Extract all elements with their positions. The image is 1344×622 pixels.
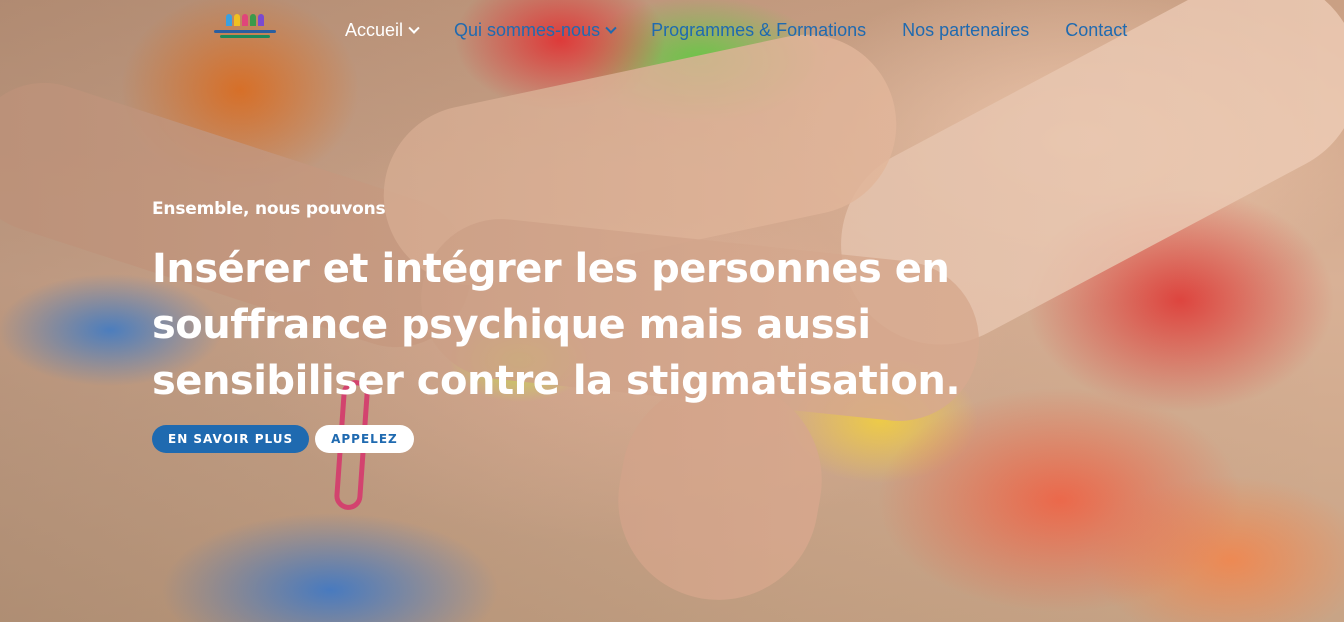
nav-item-label: Accueil — [345, 20, 404, 40]
nav-item-accueil[interactable]: Accueil — [345, 20, 420, 41]
chevron-down-icon — [408, 22, 420, 34]
nav-item-nos-partenaires[interactable]: Nos partenaires — [902, 20, 1029, 41]
hero-kicker: Ensemble, nous pouvons — [152, 199, 386, 219]
learn-more-button[interactable]: EN SAVOIR PLUS — [152, 425, 310, 453]
logo-figure — [226, 14, 232, 26]
logo-figure — [258, 14, 264, 26]
association-logo-icon[interactable] — [210, 14, 280, 44]
nav-item-label: Qui sommes-nous — [454, 20, 601, 40]
logo-figures — [226, 14, 264, 28]
nav-item-label: Contact — [1065, 20, 1128, 40]
nav-item-label: Nos partenaires — [902, 20, 1030, 40]
main-nav: Accueil Qui sommes-nous Programmes & For… — [345, 20, 1163, 41]
logo-figure — [242, 14, 248, 26]
nav-item-programmes-formations[interactable]: Programmes & Formations — [651, 20, 866, 41]
logo-line — [214, 30, 276, 33]
nav-item-label: Programmes & Formations — [651, 20, 867, 40]
call-button[interactable]: APPELEZ — [315, 425, 414, 453]
chevron-down-icon — [605, 22, 617, 34]
hero-banner: Accueil Qui sommes-nous Programmes & For… — [0, 0, 1344, 622]
nav-item-contact[interactable]: Contact — [1065, 20, 1127, 41]
logo-figure — [250, 14, 256, 26]
hero-buttons: EN SAVOIR PLUS APPELEZ — [152, 425, 1012, 453]
logo-line — [220, 35, 270, 38]
hero-content: Ensemble, nous pouvons Insérer et intégr… — [152, 199, 1012, 453]
site-header: Accueil Qui sommes-nous Programmes & For… — [0, 0, 1344, 62]
hero-headline: Insérer et intégrer les personnes en sou… — [152, 246, 961, 404]
logo-figure — [234, 14, 240, 26]
nav-item-qui-sommes-nous[interactable]: Qui sommes-nous — [454, 20, 617, 41]
